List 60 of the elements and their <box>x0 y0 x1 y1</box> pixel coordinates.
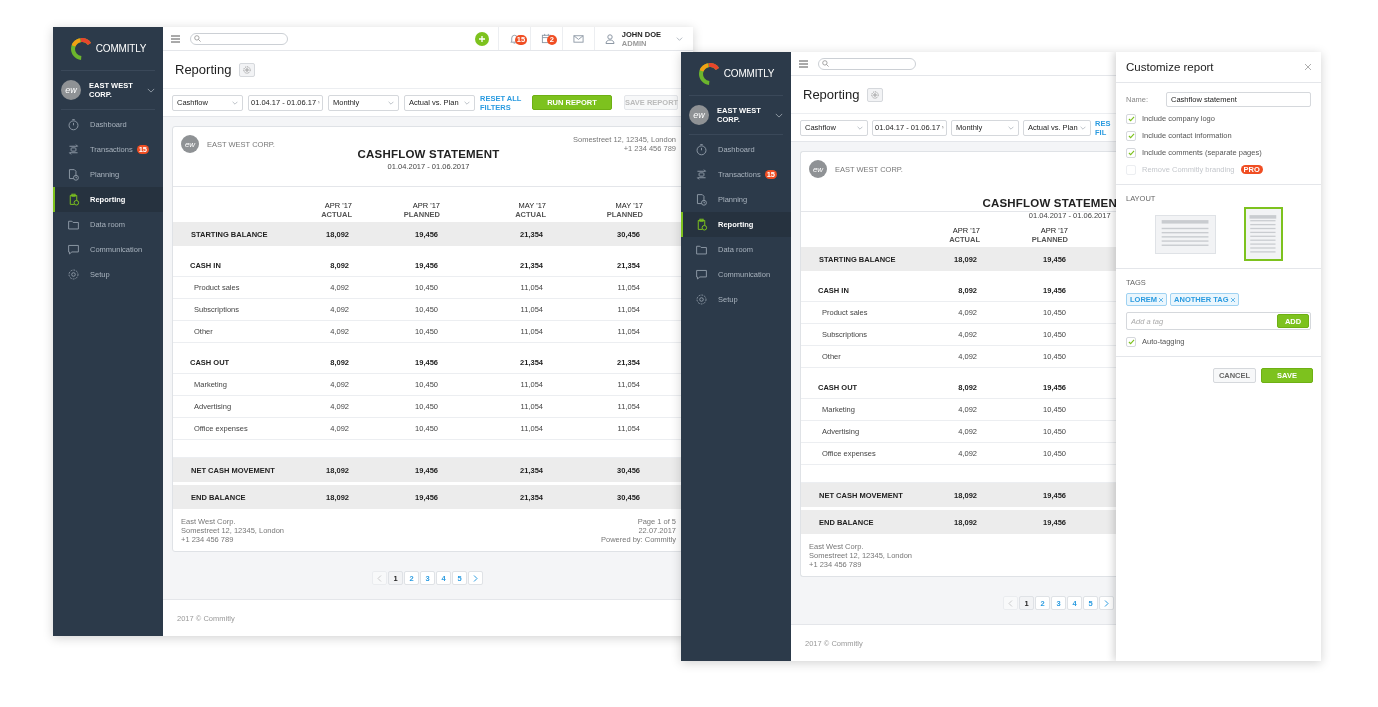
settings-icon <box>871 90 880 99</box>
remove-icon[interactable] <box>1230 297 1235 302</box>
folder-icon <box>67 218 80 231</box>
transfer-icon <box>67 143 80 156</box>
settings-icon <box>243 65 252 74</box>
chevron-down-icon <box>775 112 783 118</box>
caret-icon <box>857 125 863 130</box>
caret-icon <box>1080 125 1086 130</box>
close-icon[interactable] <box>1305 64 1311 70</box>
search-icon <box>822 60 829 67</box>
page-title: Reporting <box>803 87 860 102</box>
company-avatar: ew <box>809 160 827 178</box>
transfer-icon <box>695 168 708 181</box>
chevron-right-icon <box>1104 599 1109 607</box>
chevron-down-icon <box>147 87 155 93</box>
logo-icon <box>69 36 94 61</box>
user-icon <box>604 33 615 44</box>
portrait-layout-option[interactable] <box>1243 207 1283 261</box>
remove-icon[interactable] <box>1159 297 1164 302</box>
logo-text: COMMITLY <box>95 43 147 54</box>
company-avatar: ew <box>181 135 199 153</box>
checkbox[interactable] <box>1126 147 1136 158</box>
stopwatch-icon <box>695 143 708 156</box>
folder-icon <box>695 243 708 256</box>
stopwatch-icon <box>67 118 80 131</box>
clipboard-icon <box>67 193 80 206</box>
plus-icon <box>477 34 486 43</box>
caret-icon <box>464 100 470 105</box>
caret-icon <box>1008 125 1014 130</box>
next-page-button[interactable] <box>1099 596 1114 610</box>
company-avatar: ew <box>689 105 709 125</box>
chat-icon <box>695 268 708 281</box>
mail-icon <box>572 33 584 44</box>
logo-icon <box>697 61 722 86</box>
caret-icon <box>388 100 394 105</box>
page-title: Reporting <box>175 62 232 77</box>
panel-title: Customize report <box>1126 61 1214 73</box>
checkbox[interactable] <box>1126 113 1136 124</box>
clipboard-icon <box>695 218 708 231</box>
company-avatar: ew <box>61 80 81 100</box>
menu-icon[interactable] <box>171 34 180 43</box>
settings-icon <box>695 293 708 306</box>
logo-text: COMMITLY <box>723 68 775 79</box>
landscape-layout-option[interactable] <box>1154 214 1216 254</box>
settings-button[interactable] <box>239 62 256 77</box>
caret-icon <box>232 100 238 105</box>
caret-icon <box>676 36 683 41</box>
document-clock-icon <box>67 168 80 181</box>
checkbox[interactable] <box>1126 336 1136 347</box>
chevron-right-icon <box>473 574 478 582</box>
checkbox[interactable] <box>1126 130 1136 141</box>
settings-icon <box>67 268 80 281</box>
report-title: CASHFLOW STATEMENT <box>357 148 500 160</box>
chat-icon <box>67 243 80 256</box>
menu-icon[interactable] <box>799 59 808 68</box>
next-page-button[interactable] <box>468 571 483 585</box>
document-clock-icon <box>695 193 708 206</box>
settings-button[interactable] <box>867 87 884 102</box>
search-icon <box>194 35 201 42</box>
report-title: CASHFLOW STATEMEN <box>982 197 1116 209</box>
